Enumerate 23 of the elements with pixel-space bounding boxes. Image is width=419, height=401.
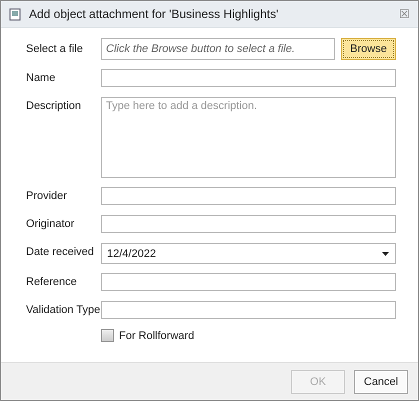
text-field[interactable] [101, 69, 396, 87]
dropdown-arrow-icon [382, 252, 389, 256]
text-field[interactable] [101, 273, 396, 291]
browse-button[interactable]: Browse [341, 38, 396, 60]
checkbox-label: For Rollforward [119, 330, 194, 342]
document-icon [9, 8, 21, 20]
file-path-field[interactable]: Click the Browse button to select a file. [101, 38, 335, 60]
field-label: Reference [26, 275, 78, 288]
field-label: Provider [26, 189, 68, 202]
window-title: Add object attachment for 'Business Highlights' [29, 7, 280, 21]
text-field[interactable] [101, 301, 396, 319]
text-field[interactable] [101, 187, 396, 205]
field-label: Date received [26, 245, 95, 258]
field-label: Validation Type [26, 303, 101, 316]
field-label: Description [26, 99, 82, 112]
cancel-button[interactable]: Cancel [354, 370, 408, 394]
field-label: Name [26, 71, 56, 84]
field-label: Select a file [26, 43, 84, 55]
date-picker[interactable]: 12/4/2022 [101, 243, 396, 264]
text-field[interactable] [101, 215, 396, 233]
description-field[interactable]: Type here to add a description. [101, 97, 396, 178]
field-label: Originator [26, 217, 76, 230]
checkbox[interactable] [101, 329, 114, 342]
